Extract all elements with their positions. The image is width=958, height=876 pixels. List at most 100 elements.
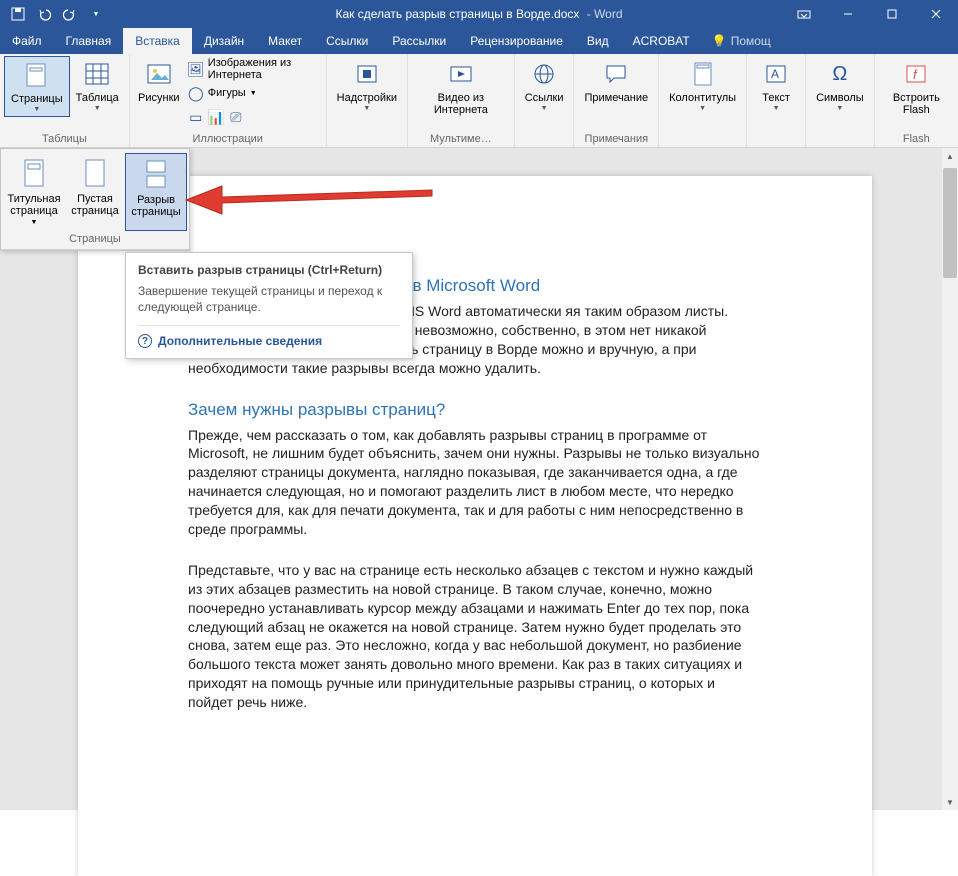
ribbon-tabs: Файл Главная Вставка Дизайн Макет Ссылки… xyxy=(0,28,958,54)
save-icon[interactable] xyxy=(8,4,28,24)
link-icon xyxy=(528,58,560,90)
group-label-addins xyxy=(331,133,403,147)
pages-dropdown: Титульная страница▼ Пустая страница Разр… xyxy=(0,148,190,251)
qat-customize-icon[interactable]: ▼ xyxy=(86,4,106,24)
smartart-row[interactable]: ▭📊⎚ xyxy=(188,106,318,128)
blank-page-button[interactable]: Пустая страница xyxy=(65,153,125,231)
textbox-icon: A xyxy=(760,58,792,90)
window-controls xyxy=(782,0,958,28)
scroll-down-icon[interactable]: ▼ xyxy=(942,794,958,810)
group-flash: f Встроить Flash Flash xyxy=(875,54,958,147)
online-pictures-label: Изображения из Интернета xyxy=(208,57,318,81)
symbols-button[interactable]: Ω Символы▼ xyxy=(810,56,870,115)
group-label-flash: Flash xyxy=(879,133,954,147)
scroll-thumb[interactable] xyxy=(943,168,957,278)
online-pictures-button[interactable]: 🖼Изображения из Интернета xyxy=(188,58,318,80)
table-label: Таблица xyxy=(76,92,119,104)
pages-dropdown-group-label: Страницы xyxy=(1,231,189,250)
links-button[interactable]: Ссылки▼ xyxy=(519,56,570,115)
headerfooter-icon xyxy=(687,58,719,90)
group-label-text xyxy=(751,133,801,147)
group-headerfooter: Колонтитулы▼ xyxy=(659,54,747,147)
video-icon xyxy=(445,58,477,90)
app-name: - Word xyxy=(583,7,622,21)
chevron-down-icon: ▼ xyxy=(773,105,780,113)
headerfooter-label: Колонтитулы xyxy=(669,92,736,104)
flash-button[interactable]: f Встроить Flash xyxy=(879,56,954,118)
group-label-illustrations: Иллюстрации xyxy=(134,133,322,147)
bulb-icon: 💡 xyxy=(712,34,727,48)
text-button[interactable]: A Текст▼ xyxy=(751,56,801,115)
doc-paragraph: Прежде, чем рассказать о том, как добавл… xyxy=(188,426,762,539)
tab-design[interactable]: Дизайн xyxy=(192,28,256,54)
group-symbols: Ω Символы▼ xyxy=(806,54,875,147)
headerfooter-button[interactable]: Колонтитулы▼ xyxy=(663,56,742,115)
online-video-button[interactable]: Видео из Интернета xyxy=(412,56,510,118)
minimize-icon[interactable] xyxy=(826,0,870,28)
ribbon: Страницы▼ Таблица▼ Таблицы Рисунки 🖼Изоб… xyxy=(0,54,958,148)
group-label-links xyxy=(519,133,570,147)
blank-page-label: Пустая страница xyxy=(71,193,119,217)
group-label-hf xyxy=(663,133,742,147)
chevron-down-icon: ▼ xyxy=(31,219,38,227)
tab-home[interactable]: Главная xyxy=(54,28,124,54)
tooltip-link-label: Дополнительные сведения xyxy=(158,334,322,348)
screenshot-icon: ⎚ xyxy=(228,109,244,125)
scroll-up-icon[interactable]: ▲ xyxy=(942,148,958,164)
pages-button[interactable]: Страницы▼ xyxy=(4,56,70,117)
doc-paragraph: Представьте, что у вас на странице есть … xyxy=(188,561,762,712)
pages-icon xyxy=(21,59,53,91)
comment-button[interactable]: Примечание xyxy=(578,56,654,106)
chevron-down-icon: ▼ xyxy=(836,105,843,113)
tooltip-body: Завершение текущей страницы и переход к … xyxy=(138,283,400,315)
tab-insert[interactable]: Вставка xyxy=(123,28,192,54)
tooltip-more-link[interactable]: ? Дополнительные сведения xyxy=(138,325,400,348)
group-illustrations: Рисунки 🖼Изображения из Интернета ◯Фигур… xyxy=(130,54,327,147)
page-break-icon xyxy=(140,158,172,192)
page-break-label: Разрыв страницы xyxy=(131,194,180,218)
symbols-label: Символы xyxy=(816,92,864,104)
group-label-tables: Таблицы xyxy=(4,133,125,147)
flash-label: Встроить Flash xyxy=(885,92,948,116)
page-break-tooltip: Вставить разрыв страницы (Ctrl+Return) З… xyxy=(125,252,413,359)
shapes-button[interactable]: ◯Фигуры▼ xyxy=(188,82,318,104)
tab-review[interactable]: Рецензирование xyxy=(458,28,575,54)
table-button[interactable]: Таблица▼ xyxy=(70,56,125,115)
maximize-icon[interactable] xyxy=(870,0,914,28)
page-break-button[interactable]: Разрыв страницы xyxy=(125,153,187,231)
addins-icon xyxy=(351,58,383,90)
pictures-icon xyxy=(143,58,175,90)
undo-icon[interactable] xyxy=(34,4,54,24)
group-label-symbols xyxy=(810,133,870,147)
tab-view[interactable]: Вид xyxy=(575,28,621,54)
tab-layout[interactable]: Макет xyxy=(256,28,314,54)
tell-me-box[interactable]: 💡Помощ xyxy=(702,28,781,54)
comment-label: Примечание xyxy=(584,92,648,104)
chevron-down-icon: ▼ xyxy=(541,105,548,113)
group-comments: Примечание Примечания xyxy=(574,54,659,147)
tab-mailings[interactable]: Рассылки xyxy=(380,28,458,54)
shapes-icon: ◯ xyxy=(188,85,204,101)
group-label-media: Мультиме… xyxy=(412,133,510,147)
quick-access-toolbar: ▼ xyxy=(0,4,114,24)
tab-acrobat[interactable]: ACROBAT xyxy=(621,28,702,54)
tooltip-title: Вставить разрыв страницы (Ctrl+Return) xyxy=(138,263,400,277)
pictures-button[interactable]: Рисунки xyxy=(134,56,184,106)
vertical-scrollbar[interactable]: ▲ ▼ xyxy=(942,148,958,810)
online-video-label: Видео из Интернета xyxy=(418,92,504,116)
addins-label: Надстройки xyxy=(337,92,397,104)
cover-page-button[interactable]: Титульная страница▼ xyxy=(3,153,65,231)
window-title: Как сделать разрыв страницы в Ворде.docx… xyxy=(335,7,622,21)
chevron-down-icon: ▼ xyxy=(33,106,40,114)
group-addins: Надстройки▼ xyxy=(327,54,408,147)
ribbon-options-icon[interactable] xyxy=(782,0,826,28)
redo-icon[interactable] xyxy=(60,4,80,24)
chart-icon: 📊 xyxy=(208,109,224,125)
tab-references[interactable]: Ссылки xyxy=(314,28,380,54)
close-icon[interactable] xyxy=(914,0,958,28)
group-pages-table: Страницы▼ Таблица▼ Таблицы xyxy=(0,54,130,147)
tab-file[interactable]: Файл xyxy=(0,28,54,54)
help-icon: ? xyxy=(138,334,152,348)
addins-button[interactable]: Надстройки▼ xyxy=(331,56,403,115)
chevron-down-icon: ▼ xyxy=(363,105,370,113)
